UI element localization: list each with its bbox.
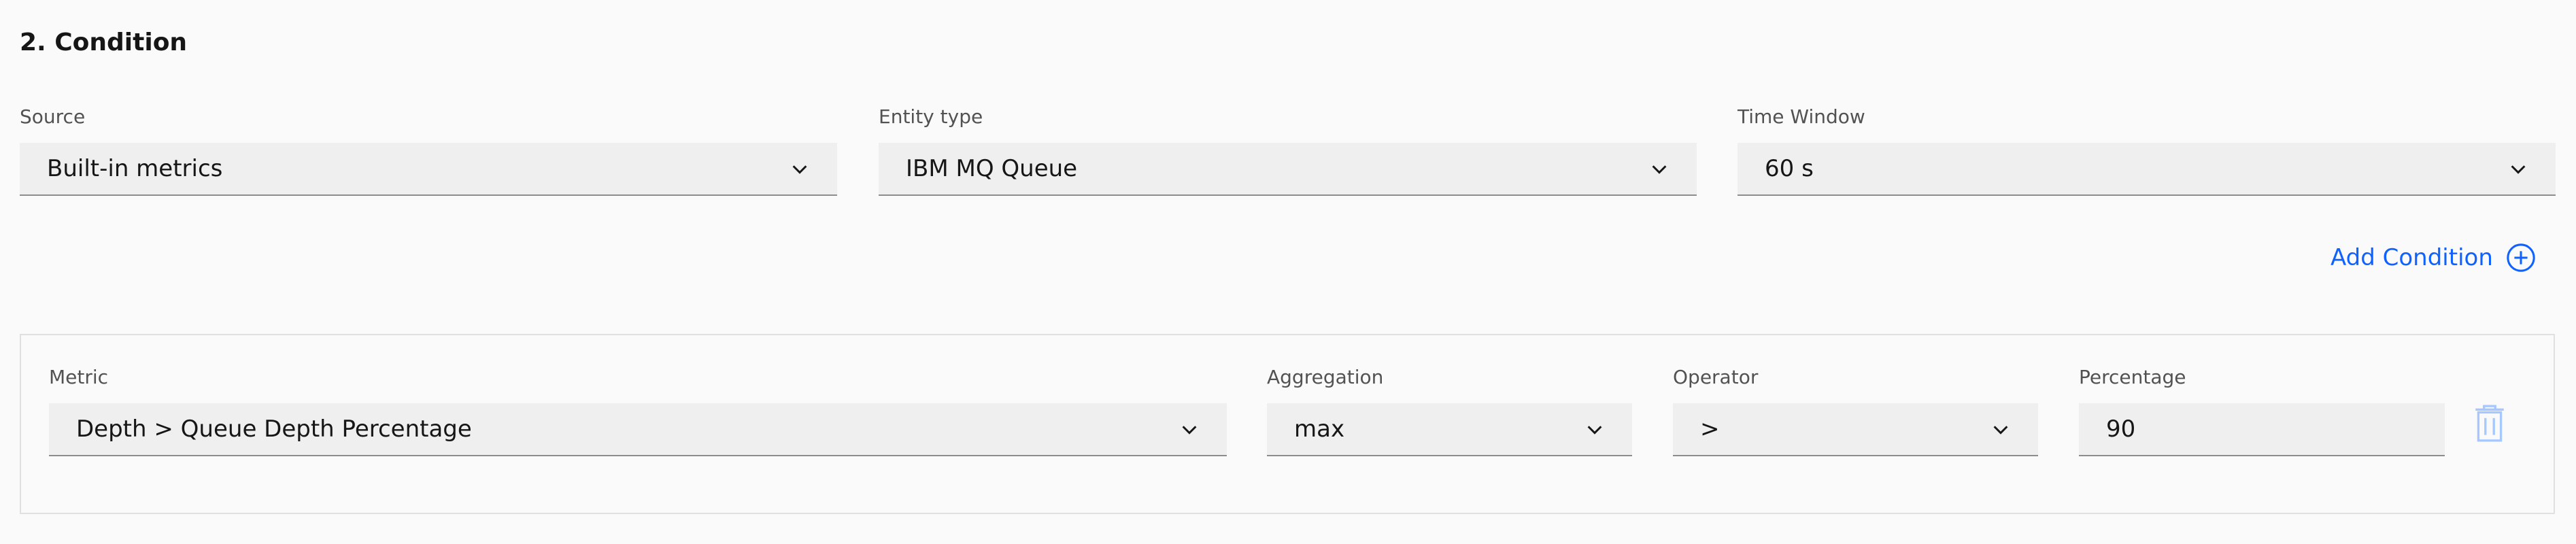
source-value: Built-in metrics <box>47 155 223 182</box>
operator-select[interactable]: > <box>1673 403 2038 456</box>
chevron-down-icon <box>1182 426 1197 435</box>
source-select[interactable]: Built-in metrics <box>20 143 837 196</box>
chevron-down-icon <box>1993 426 2008 435</box>
percentage-input[interactable]: 90 <box>2079 403 2445 456</box>
percentage-label: Percentage <box>2079 366 2186 388</box>
metric-value: Depth > Queue Depth Percentage <box>76 415 472 443</box>
trash-icon[interactable] <box>2473 404 2507 443</box>
aggregation-value: max <box>1294 415 1345 443</box>
metric-label: Metric <box>49 366 109 388</box>
add-condition-button[interactable]: Add Condition <box>2331 242 2537 273</box>
add-condition-label: Add Condition <box>2331 244 2493 271</box>
chevron-down-icon <box>1587 426 1602 435</box>
section-title: 2. Condition <box>20 29 188 56</box>
add-circle-icon <box>2507 243 2535 272</box>
entity-type-value: IBM MQ Queue <box>906 155 1078 182</box>
percentage-value: 90 <box>2106 415 2136 443</box>
time-window-select[interactable]: 60 s <box>1738 143 2556 196</box>
entity-type-select[interactable]: IBM MQ Queue <box>879 143 1697 196</box>
metric-select[interactable]: Depth > Queue Depth Percentage <box>49 403 1227 456</box>
aggregation-select[interactable]: max <box>1267 403 1632 456</box>
source-label: Source <box>20 105 86 128</box>
chevron-down-icon <box>792 165 807 174</box>
aggregation-label: Aggregation <box>1267 366 1384 388</box>
chevron-down-icon <box>1652 165 1667 174</box>
entity-type-label: Entity type <box>879 105 983 128</box>
operator-label: Operator <box>1673 366 1759 388</box>
time-window-value: 60 s <box>1765 155 1814 182</box>
time-window-label: Time Window <box>1738 105 1865 128</box>
chevron-down-icon <box>2511 165 2526 174</box>
operator-value: > <box>1700 415 1720 443</box>
